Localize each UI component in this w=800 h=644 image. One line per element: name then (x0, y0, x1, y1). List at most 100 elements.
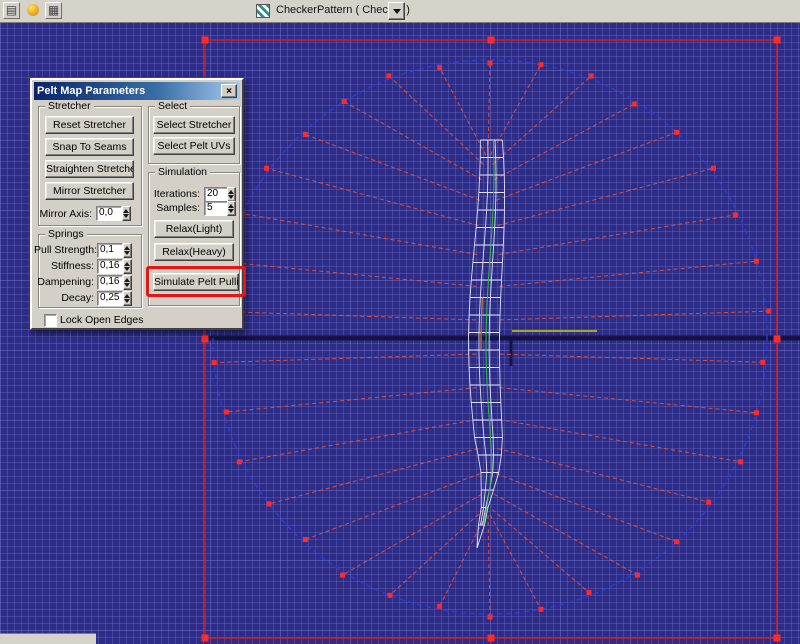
pelt-spring-line (239, 418, 478, 463)
selection-rect-handle[interactable] (487, 36, 495, 44)
pelt-spring-line (439, 67, 487, 156)
selection-rect-handle[interactable] (487, 634, 495, 642)
smiley-icon[interactable] (24, 2, 41, 19)
dampening-field[interactable]: 0,16 (97, 275, 123, 290)
stretcher-point-handle[interactable] (588, 73, 594, 79)
seam-edge-orange (480, 297, 483, 351)
selection-rect-handle[interactable] (773, 36, 781, 44)
stretcher-point-handle[interactable] (710, 165, 716, 171)
selection-rect-handle[interactable] (773, 634, 781, 642)
select-group-label: Select (155, 100, 191, 112)
stretcher-point-handle[interactable] (634, 572, 640, 578)
mirror-stretcher-button[interactable]: Mirror Stretcher (45, 182, 134, 200)
stretcher-point-handle[interactable] (753, 258, 759, 264)
pelt-spring-line (342, 493, 482, 576)
texture-dropdown-arrow-icon[interactable] (388, 2, 405, 20)
selection-rect-handle[interactable] (201, 36, 209, 44)
relax-heavy-button[interactable]: Relax(Heavy) (154, 243, 234, 261)
stretcher-point-handle[interactable] (766, 308, 772, 314)
dampening-spinner[interactable] (123, 275, 132, 290)
stretcher-point-handle[interactable] (302, 536, 308, 542)
lock-open-edges-checkbox[interactable] (44, 314, 57, 327)
pelt-spring-line (499, 260, 757, 287)
pelt-spring-line (489, 64, 542, 156)
pelt-spring-line (305, 134, 481, 201)
pelt-spring-line (499, 387, 757, 414)
pelt-spring-line (492, 75, 592, 165)
pelt-map-parameters-dialog: Pelt Map Parameters × Stretcher Reset St… (30, 78, 246, 330)
stretcher-point-handle[interactable] (753, 410, 759, 416)
uv-editor-toolbar: ▤ ▦ CheckerPattern ( Checker ) (0, 0, 800, 23)
stretcher-point-handle[interactable] (264, 165, 270, 171)
stretcher-point-handle[interactable] (266, 501, 272, 507)
mirror-axis-field[interactable]: 0,0 (96, 206, 122, 221)
toolbar-icon-1[interactable]: ▤ (3, 2, 20, 19)
pull-strength-label: Pull Strength: (34, 244, 98, 256)
samples-field[interactable]: 5 (204, 201, 228, 216)
select-pelt-uvs-button[interactable]: Select Pelt UVs (153, 137, 235, 155)
pelt-spring-line (305, 473, 481, 540)
pelt-spring-line (497, 448, 709, 503)
snap-to-seams-button[interactable]: Snap To Seams (45, 138, 134, 156)
pull-strength-spinner[interactable] (123, 243, 132, 258)
iterations-label: Iterations: (153, 188, 200, 200)
stretcher-point-handle[interactable] (386, 73, 392, 79)
decay-spinner[interactable] (123, 291, 132, 306)
pelt-spring-line (226, 261, 477, 287)
stretcher-point-handle[interactable] (437, 65, 443, 71)
stretcher-point-handle[interactable] (760, 359, 766, 365)
stretcher-point-handle[interactable] (487, 614, 493, 620)
stretcher-group-label: Stretcher (45, 100, 94, 112)
pelt-spring-line (494, 103, 635, 181)
stretcher-point-handle[interactable] (586, 589, 592, 595)
iterations-spinner[interactable] (227, 187, 236, 202)
iterations-field[interactable]: 20 (204, 187, 228, 202)
reset-stretcher-button[interactable]: Reset Stretcher (45, 116, 134, 134)
stretcher-point-handle[interactable] (631, 101, 637, 107)
stretcher-point-handle[interactable] (341, 98, 347, 104)
stretcher-point-handle[interactable] (674, 539, 680, 545)
pelt-spring-line (266, 167, 479, 226)
pelt-spring-line (211, 310, 477, 321)
dialog-titlebar[interactable]: Pelt Map Parameters × (34, 82, 240, 100)
pelt-spring-line (495, 131, 677, 201)
samples-label: Samples: (156, 202, 200, 214)
pelt-spring-line (497, 167, 714, 226)
simulate-pelt-pulling-button[interactable]: Simulate Pelt Pulling (153, 273, 239, 291)
stretcher-point-handle[interactable] (738, 459, 744, 465)
checker-texture-icon (256, 4, 270, 18)
pelt-spring-line (494, 493, 638, 576)
stretcher-point-handle[interactable] (223, 409, 229, 415)
toolbar-icon-3[interactable]: ▦ (45, 2, 62, 19)
selection-rect-handle[interactable] (201, 335, 209, 343)
stretcher-point-handle[interactable] (674, 129, 680, 135)
stiffness-field[interactable]: 0,16 (97, 259, 123, 274)
mirror-axis-spinner[interactable] (122, 206, 131, 221)
pelt-spring-line (492, 509, 590, 593)
pull-strength-field[interactable]: 0,1 (97, 243, 123, 258)
stretcher-point-handle[interactable] (387, 592, 393, 598)
stretcher-point-handle[interactable] (538, 606, 544, 612)
stretcher-point-handle[interactable] (302, 132, 308, 138)
stretcher-point-handle[interactable] (340, 572, 346, 578)
selection-rect-handle[interactable] (773, 335, 781, 343)
decay-label: Decay: (61, 292, 94, 304)
stretcher-point-handle[interactable] (487, 60, 493, 66)
selection-rect-handle[interactable] (201, 634, 209, 642)
stretcher-point-handle[interactable] (236, 459, 242, 465)
decay-field[interactable]: 0,25 (97, 291, 123, 306)
samples-spinner[interactable] (227, 201, 236, 216)
close-icon[interactable]: × (221, 84, 237, 98)
pelt-spring-line (487, 514, 491, 618)
stretcher-point-handle[interactable] (437, 603, 443, 609)
select-stretcher-button[interactable]: Select Stretcher (153, 116, 235, 134)
stretcher-point-handle[interactable] (706, 499, 712, 505)
stretcher-point-handle[interactable] (538, 62, 544, 68)
stiffness-spinner[interactable] (123, 259, 132, 274)
stretcher-point-handle[interactable] (732, 212, 738, 218)
straighten-stretcher-button[interactable]: Straighten Stretcher (45, 160, 134, 178)
stretcher-point-handle[interactable] (211, 360, 217, 366)
pelt-spring-line (226, 387, 477, 413)
lock-open-edges-label: Lock Open Edges (60, 314, 144, 326)
relax-light-button[interactable]: Relax(Light) (154, 220, 234, 238)
